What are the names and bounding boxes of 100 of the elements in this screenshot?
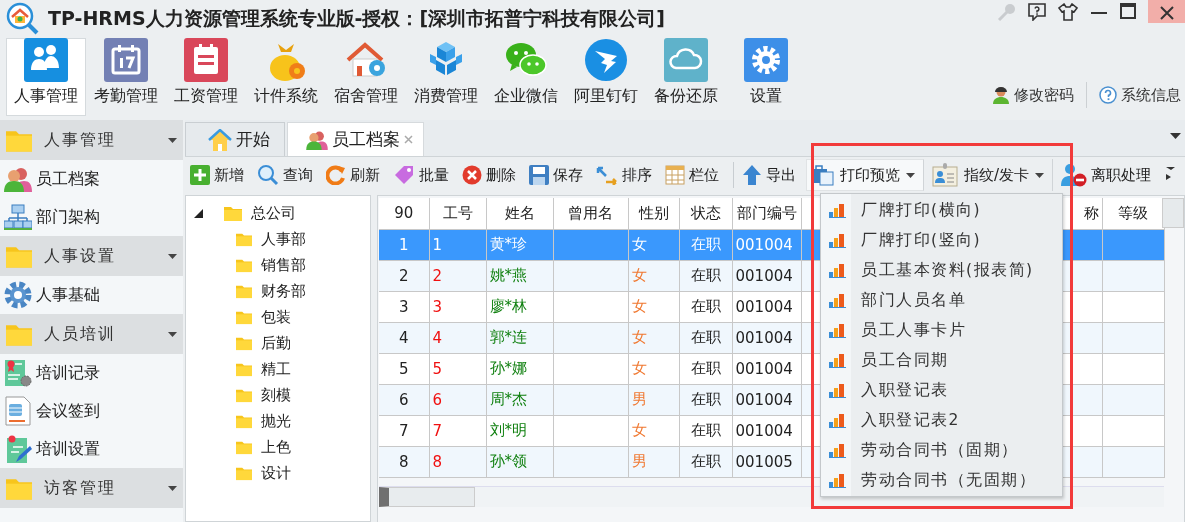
dropdown-button[interactable]: 指纹/发卡 (929, 159, 1054, 191)
toolbar-link[interactable]: 系统信息 (1099, 85, 1181, 105)
certificate-icon (4, 434, 32, 464)
sidebar-group[interactable]: 人员培训 (0, 314, 183, 354)
caret-icon (906, 172, 915, 178)
sidebar-group[interactable]: 人事管理 (0, 120, 183, 160)
tree-node[interactable]: 销售部 (261, 255, 306, 275)
module-button[interactable]: 消费管理 (406, 38, 486, 116)
table-cell: 在职 (690, 235, 721, 253)
maximize-icon[interactable] (1120, 3, 1136, 19)
toolbar-button[interactable]: 删除 (459, 159, 521, 191)
tab[interactable]: 员工档案 (287, 122, 424, 156)
table-cell: 姚*燕 (489, 266, 527, 284)
tree-node[interactable]: 精工 (261, 359, 291, 379)
folder-icon (235, 231, 253, 247)
tree-node[interactable]: 刻模 (261, 385, 291, 405)
help-icon[interactable] (1028, 3, 1046, 21)
table-cell: 刘*明 (489, 421, 527, 439)
table-cell: 女 (631, 359, 647, 377)
table-cell: 7 (398, 421, 409, 440)
people-icon (4, 166, 32, 192)
tree-node[interactable]: 上色 (261, 437, 291, 457)
module-button[interactable]: 宿舍管理 (326, 38, 406, 116)
table-cell: 郭*连 (489, 328, 527, 346)
tree-node[interactable]: 人事部 (261, 229, 306, 249)
table-cell: 女 (631, 421, 647, 439)
module-button[interactable]: 计件系统 (246, 38, 326, 116)
tree-node[interactable]: 后勤 (261, 333, 291, 353)
home-icon (208, 128, 232, 151)
table-cell: 男 (631, 452, 647, 470)
hierarchy-icon (4, 204, 32, 230)
bar-chart-icon (829, 382, 847, 398)
bar-chart-icon (829, 232, 847, 248)
table-cell: 6 (432, 390, 443, 409)
table-cell: 周*杰 (489, 390, 527, 408)
module-button[interactable]: 企业微信 (486, 38, 566, 116)
table-cell: 在职 (690, 297, 721, 315)
tree-node[interactable]: 财务部 (261, 281, 306, 301)
toolbar-button[interactable]: 栏位 (662, 159, 724, 191)
toolbar-button[interactable]: 查询 (254, 159, 318, 191)
bar-chart-icon (829, 322, 847, 338)
column-header[interactable]: 称 (1083, 203, 1099, 222)
table-cell: 001004 (735, 266, 793, 285)
module-button[interactable]: 考勤管理 (86, 38, 166, 116)
gear-icon (4, 281, 32, 309)
tree-node[interactable]: 包装 (261, 307, 291, 327)
folder-icon (235, 439, 253, 455)
table-cell: 3 (398, 297, 409, 316)
toolbar-button[interactable]: 新增 (187, 159, 249, 191)
sidebar-group[interactable]: 人事设置 (0, 236, 183, 276)
table-cell: 001004 (735, 235, 793, 254)
table-cell: 001004 (735, 390, 793, 409)
table-cell: 男 (631, 390, 647, 408)
toolbar-button[interactable]: 批量 (390, 159, 454, 191)
module-button[interactable]: 阿里钉钉 (566, 38, 646, 116)
people-icon (306, 129, 328, 150)
scrollbar[interactable] (1162, 198, 1184, 228)
table-cell: 在职 (690, 421, 721, 439)
tree-node[interactable]: 抛光 (261, 411, 291, 431)
module-button[interactable]: 设置 (726, 38, 806, 116)
module-button[interactable]: 人事管理 (6, 38, 86, 116)
columns-icon (665, 165, 685, 185)
sidebar-group[interactable]: 访客管理 (0, 468, 183, 508)
dropdown-button[interactable]: 打印预览 (806, 159, 924, 191)
toolbar-link[interactable]: 修改密码 (992, 85, 1074, 105)
toolbar-button[interactable]: 排序 (593, 159, 657, 191)
toolbar-button[interactable]: 离职处理 (1058, 159, 1157, 191)
menu-item[interactable]: 厂牌打印(横向) (821, 195, 1062, 225)
toolbar-button[interactable]: 导出 (739, 159, 801, 191)
table-cell: 5 (398, 359, 409, 378)
caret-icon (1035, 172, 1045, 178)
tree-node[interactable]: 设计 (261, 463, 291, 483)
toolbar-button[interactable]: 刷新 (323, 159, 385, 191)
table-cell: 001004 (735, 359, 793, 378)
toolbar-button[interactable]: 保存 (526, 159, 588, 191)
bar-chart-icon (829, 292, 847, 308)
help-icon (1099, 86, 1117, 104)
caret-icon[interactable] (1170, 133, 1181, 139)
close-icon (1159, 6, 1174, 20)
module-button[interactable]: 工资管理 (166, 38, 246, 116)
people-icon (24, 38, 68, 82)
table-cell: 4 (432, 328, 443, 347)
bar-chart-icon (829, 412, 847, 428)
close-button[interactable] (1148, 0, 1185, 23)
caret-icon (168, 331, 177, 337)
id-card-icon (932, 163, 958, 187)
shirt-icon[interactable] (1058, 3, 1078, 21)
tree-node[interactable]: 总公司 (251, 203, 296, 223)
module-button[interactable]: 备份还原 (646, 38, 726, 116)
collapse-icon[interactable] (194, 208, 203, 218)
folder-icon (235, 387, 253, 403)
user-icon (992, 86, 1010, 104)
table-cell: 6 (398, 390, 409, 409)
table-cell: 廖*林 (489, 297, 527, 315)
certificate-icon (4, 358, 32, 388)
table-cell: 孙*娜 (489, 359, 527, 377)
cloud-icon (664, 38, 708, 82)
tab[interactable]: 开始 (185, 122, 285, 156)
table-cell: 在职 (690, 390, 721, 408)
table-cell: 在职 (690, 266, 721, 284)
